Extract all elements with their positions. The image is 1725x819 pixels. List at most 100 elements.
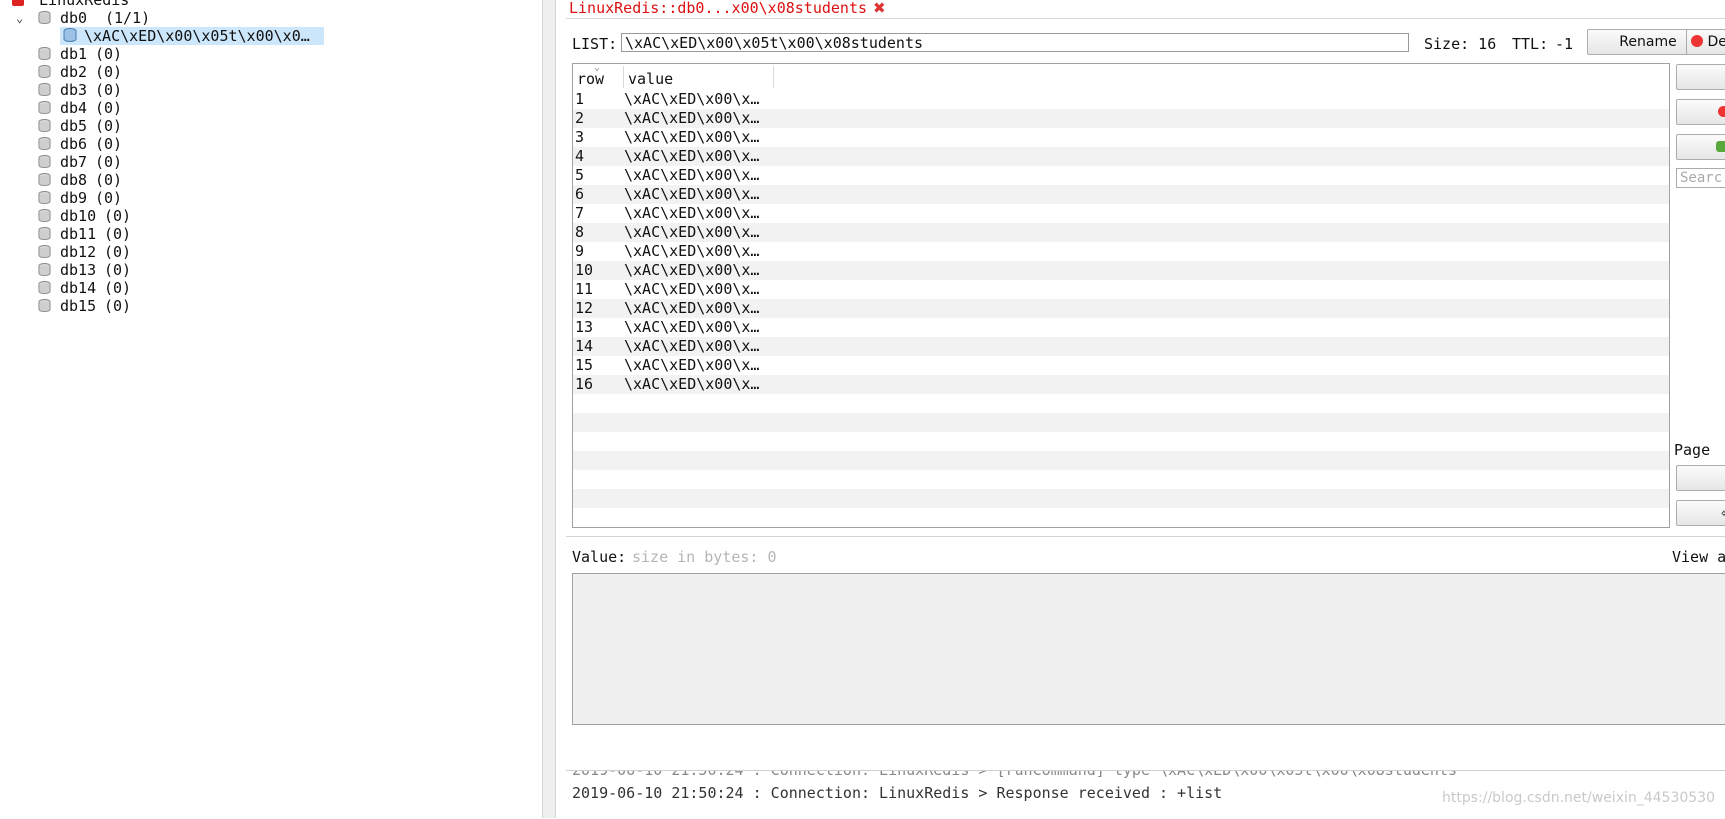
db-key-count: (0) [95,135,123,153]
table-row[interactable]: 15 \xAC\xED\x00\x… [573,356,1669,375]
database-icon [38,209,51,223]
table-row[interactable]: 1 \xAC\xED\x00\x… [573,90,1669,109]
table-row[interactable]: 11 \xAC\xED\x00\x… [573,280,1669,299]
cell-row-index: 6 [575,185,585,203]
log-line-last: 2019-06-10 21:50:24 : Connection: LinuxR… [572,784,1223,802]
empty-row [573,508,1669,527]
value-size-hint: size in bytes: 0 [632,548,777,566]
database-icon [38,83,51,97]
delete-button[interactable]: De [1686,29,1725,55]
db-key-count: (0) [104,261,132,279]
database-icon [38,101,51,115]
table-row[interactable]: 4 \xAC\xED\x00\x… [573,147,1669,166]
search-input[interactable]: Searc [1676,168,1725,188]
cell-row-index: 4 [575,147,585,165]
db-label: db2 [60,63,88,81]
ttl-value[interactable]: -1 [1555,35,1573,53]
cell-value: \xAC\xED\x00\x… [624,128,760,146]
db-label: db15 [60,297,97,315]
cell-value: \xAC\xED\x00\x… [624,147,760,165]
reload-value-button[interactable] [1676,134,1725,160]
close-icon[interactable]: ✖ [873,0,886,17]
add-row-button[interactable] [1676,64,1725,90]
cell-row-index: 12 [575,299,594,317]
cell-value: \xAC\xED\x00\x… [624,109,760,127]
db-label: db5 [60,117,88,135]
database-icon [38,137,51,151]
db-key-count: (0) [104,243,132,261]
db-key-count: (0) [104,225,132,243]
database-icon [38,245,51,259]
cell-value: \xAC\xED\x00\x… [624,204,760,222]
log-line: 2019-06-10 21:50:24 : Connection: LinuxR… [572,770,1458,779]
cell-row-index: 7 [575,204,585,222]
cell-value: \xAC\xED\x00\x… [624,280,760,298]
cell-row-index: 3 [575,128,585,146]
delete-icon [1691,35,1703,47]
table-row[interactable]: 9 \xAC\xED\x00\x… [573,242,1669,261]
tree-key-node[interactable]: \xAC\xED\x00\x05t\x00\x0… [60,27,324,45]
column-separator[interactable] [623,66,624,88]
tab-key-view[interactable]: LinuxRedis::db0...x00\x08students ✖ [569,0,886,18]
section-divider [566,536,1725,537]
table-row[interactable]: 10 \xAC\xED\x00\x… [573,261,1669,280]
cell-value: \xAC\xED\x00\x… [624,337,760,355]
db-label: db12 [60,243,97,261]
connection-tree: LinuxRedis ⌄ db0 (1/1) db1 (0) db2 (0) db3 (0) db… [0,0,542,818]
table-row[interactable]: 16 \xAC\xED\x00\x… [573,375,1669,394]
db-label: db3 [60,81,88,99]
pane-splitter[interactable] [542,0,556,818]
selected-key-label: \xAC\xED\x00\x05t\x00\x0… [84,27,310,45]
column-separator[interactable] [773,66,774,88]
empty-row [573,470,1669,489]
cell-row-index: 15 [575,356,594,374]
database-icon [38,119,51,133]
table-row[interactable]: 14 \xAC\xED\x00\x… [573,337,1669,356]
cell-value: \xAC\xED\x00\x… [624,166,760,184]
db-label: db0 [60,9,88,27]
table-header: row value [573,64,1669,90]
sort-indicator-icon: ⌄ [594,62,601,73]
tree-connection-node[interactable]: LinuxRedis [12,0,129,9]
ttl-label: TTL: [1512,35,1549,53]
table-row[interactable]: 8 \xAC\xED\x00\x… [573,223,1669,242]
list-table[interactable]: row value 1 \xAC\xED\x00\x… 2 \xAC\xED\x00\… [572,63,1670,528]
table-row[interactable]: 7 \xAC\xED\x00\x… [573,204,1669,223]
db-key-count: (0) [95,117,123,135]
db-label: db4 [60,99,88,117]
empty-row [573,432,1669,451]
cell-value: \xAC\xED\x00\x… [624,356,760,374]
key-name-field[interactable]: \xAC\xED\x00\x05t\x00\x08students [621,33,1409,52]
column-header-value[interactable]: value [628,70,673,88]
db-label: db9 [60,189,88,207]
cell-row-index: 1 [575,90,585,108]
watermark: https://blog.csdn.net/weixin_44530530 [1441,790,1715,806]
db-key-count: (0) [104,297,132,315]
db-label: db11 [60,225,97,243]
db-label: db10 [60,207,97,225]
table-row[interactable]: 6 \xAC\xED\x00\x… [573,185,1669,204]
page-input[interactable] [1676,465,1725,491]
view-as-label[interactable]: View a [1672,548,1725,566]
prev-page-button[interactable]: ⇦ [1676,500,1725,526]
table-row[interactable]: 5 \xAC\xED\x00\x… [573,166,1669,185]
database-icon [38,11,51,25]
tab-underline [566,18,1725,19]
chevron-down-icon[interactable]: ⌄ [16,9,23,27]
empty-row [573,489,1669,508]
cell-value: \xAC\xED\x00\x… [624,242,760,260]
table-row[interactable]: 3 \xAC\xED\x00\x… [573,128,1669,147]
empty-row [573,451,1669,470]
table-row[interactable]: 2 \xAC\xED\x00\x… [573,109,1669,128]
table-row[interactable]: 13 \xAC\xED\x00\x… [573,318,1669,337]
connection-label: LinuxRedis [39,0,130,9]
delete-row-button[interactable] [1676,99,1725,125]
db-key-count: (0) [104,279,132,297]
db-label: db7 [60,153,88,171]
table-row[interactable]: 12 \xAC\xED\x00\x… [573,299,1669,318]
tab-title: LinuxRedis::db0...x00\x08students [569,0,868,17]
cell-value: \xAC\xED\x00\x… [624,318,760,336]
value-editor[interactable] [572,573,1725,725]
cell-row-index: 8 [575,223,585,241]
db-key-count: (0) [95,81,123,99]
